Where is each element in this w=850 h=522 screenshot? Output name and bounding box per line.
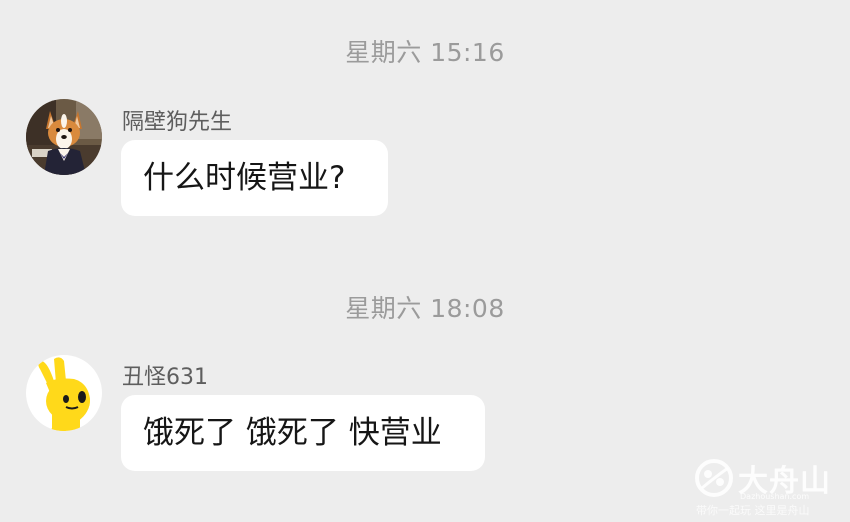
sender-name: 丑怪631	[122, 365, 208, 390]
message-timestamp: 星期六 15:16	[345, 38, 505, 67]
message-text: 什么时候营业?	[143, 160, 346, 196]
watermark-url: Dazhoushan.com	[740, 492, 810, 501]
watermark: 大舟山 Dazhoushan.com 带你一起玩 这里是舟山	[694, 456, 834, 517]
corgi-dog-avatar-icon[interactable]	[26, 99, 102, 175]
message-timestamp: 星期六 18:08	[345, 294, 505, 323]
sender-name: 隔壁狗先生	[122, 110, 233, 135]
message-bubble[interactable]: 饿死了 饿死了 快营业	[121, 395, 485, 471]
message-text: 饿死了 饿死了 快营业	[143, 415, 442, 451]
message-bubble[interactable]: 什么时候营业?	[121, 140, 388, 216]
yellow-hand-character-avatar-icon[interactable]	[26, 355, 102, 431]
dazhoushan-logo-icon	[695, 459, 733, 497]
watermark-slogan: 带你一起玩 这里是舟山	[696, 504, 810, 517]
